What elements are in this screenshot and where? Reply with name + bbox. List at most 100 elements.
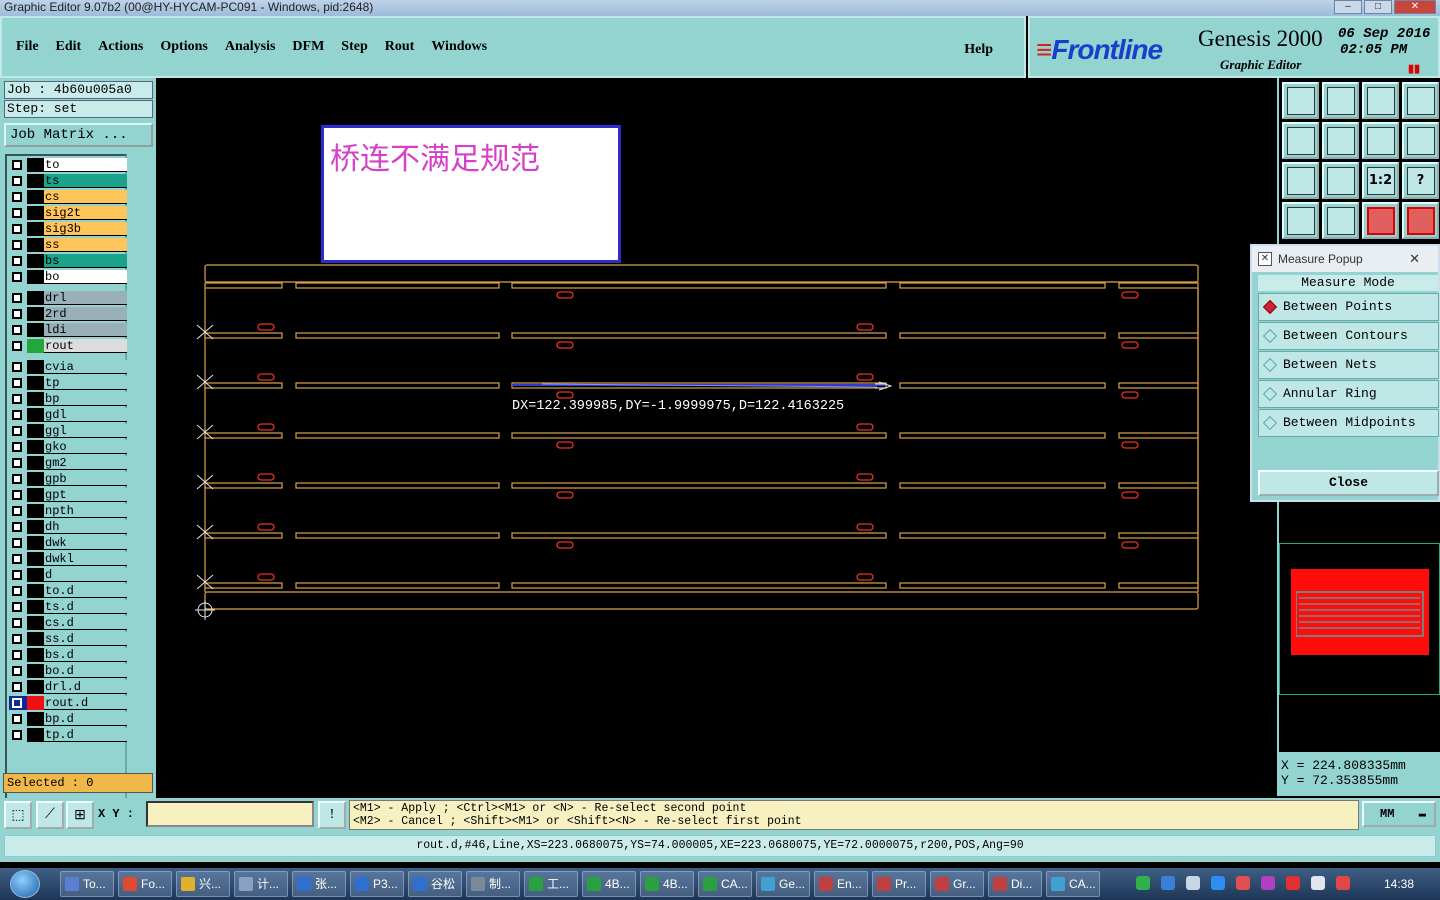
- layer-color-swatch[interactable]: [27, 616, 44, 630]
- layer-color-swatch[interactable]: [27, 206, 44, 220]
- layer-row-gpb[interactable]: gpb: [9, 472, 127, 486]
- layer-checkbox[interactable]: [12, 341, 22, 351]
- action-center-icon[interactable]: [1336, 876, 1350, 890]
- layer-color-swatch[interactable]: [27, 520, 44, 534]
- layer-row-drl-d[interactable]: drl.d: [9, 680, 127, 694]
- volume-icon[interactable]: [1311, 876, 1325, 890]
- layer-color-swatch[interactable]: [27, 222, 44, 236]
- layer-row-ggl[interactable]: ggl: [9, 424, 127, 438]
- fit-button[interactable]: [1282, 162, 1319, 199]
- layer-color-swatch[interactable]: [27, 536, 44, 550]
- layer-checkbox[interactable]: [12, 378, 22, 388]
- taskbar-item[interactable]: 4B...: [582, 871, 636, 897]
- layer-checkbox[interactable]: [12, 410, 22, 420]
- undo-button[interactable]: [1362, 122, 1399, 159]
- menu-actions[interactable]: Actions: [98, 39, 143, 55]
- layer-row-npth[interactable]: npth: [9, 504, 127, 518]
- layer-checkbox[interactable]: [12, 325, 22, 335]
- snap-button[interactable]: ⟋: [36, 801, 64, 829]
- layer-row-tp[interactable]: tp: [9, 376, 127, 390]
- radio-diamond-icon[interactable]: [1262, 357, 1278, 373]
- menu-options[interactable]: Options: [160, 39, 207, 55]
- layer-color-swatch[interactable]: [27, 392, 44, 406]
- taskbar-item[interactable]: 谷松: [408, 871, 462, 897]
- layer-color-swatch[interactable]: [27, 456, 44, 470]
- menu-rout[interactable]: Rout: [385, 39, 415, 55]
- layer-checkbox[interactable]: [12, 362, 22, 372]
- layer-row-ss[interactable]: ss: [9, 238, 127, 252]
- display-button[interactable]: [1402, 202, 1439, 239]
- layer-checkbox[interactable]: [12, 426, 22, 436]
- layer-row-d[interactable]: d: [9, 568, 127, 582]
- layer-color-swatch[interactable]: [27, 238, 44, 252]
- redraw-button[interactable]: [1402, 122, 1439, 159]
- center-button[interactable]: [1322, 162, 1359, 199]
- taskbar-item[interactable]: CA...: [1046, 871, 1100, 897]
- tray-app-icon[interactable]: [1136, 876, 1150, 890]
- network-icon[interactable]: [1211, 876, 1225, 890]
- measure-option-annular-ring[interactable]: Annular Ring: [1258, 380, 1439, 408]
- layer-row-bo[interactable]: bo: [9, 270, 127, 284]
- pan-right-button[interactable]: [1322, 122, 1359, 159]
- popup-close-icon[interactable]: ✕: [1409, 246, 1420, 272]
- layer-row-rout-d[interactable]: rout.d: [9, 696, 127, 710]
- menu-step[interactable]: Step: [341, 39, 367, 55]
- help-icon[interactable]: [1161, 876, 1175, 890]
- layer-color-swatch[interactable]: [27, 680, 44, 694]
- radio-diamond-icon[interactable]: [1262, 328, 1278, 344]
- graphic-canvas[interactable]: DX=122.399985,DY=-1.9999975,D=122.416322…: [157, 78, 1277, 796]
- layer-color-swatch[interactable]: [27, 323, 44, 337]
- taskbar-item[interactable]: 张...: [292, 871, 346, 897]
- antivirus-icon[interactable]: [1236, 876, 1250, 890]
- layer-row-gko[interactable]: gko: [9, 440, 127, 454]
- home-button[interactable]: [1362, 82, 1399, 119]
- query-button[interactable]: ?: [1402, 162, 1439, 199]
- layer-color-swatch[interactable]: [27, 291, 44, 305]
- layer-color-swatch[interactable]: [27, 712, 44, 726]
- taskbar-item[interactable]: En...: [814, 871, 868, 897]
- layer-color-swatch[interactable]: [27, 728, 44, 742]
- layer-color-swatch[interactable]: [27, 648, 44, 662]
- tray-expand-icon[interactable]: [1186, 876, 1200, 890]
- layer-color-swatch[interactable]: [27, 664, 44, 678]
- taskbar-item[interactable]: 兴...: [176, 871, 230, 897]
- layer-checkbox[interactable]: [12, 309, 22, 319]
- taskbar-item[interactable]: 计...: [234, 871, 288, 897]
- menu-windows[interactable]: Windows: [431, 39, 487, 55]
- layer-row-bs[interactable]: bs: [9, 254, 127, 268]
- layer-checkbox[interactable]: [12, 698, 22, 708]
- layer-checkbox[interactable]: [12, 618, 22, 628]
- menu-analysis[interactable]: Analysis: [225, 39, 276, 55]
- layer-checkbox[interactable]: [12, 160, 22, 170]
- taskbar-item[interactable]: Gr...: [930, 871, 984, 897]
- info-button[interactable]: !: [318, 801, 346, 829]
- layer-color-swatch[interactable]: [27, 568, 44, 582]
- layer-checkbox[interactable]: [12, 714, 22, 724]
- layer-color-swatch[interactable]: [27, 584, 44, 598]
- layer-color-swatch[interactable]: [27, 174, 44, 188]
- layer-checkbox[interactable]: [12, 602, 22, 612]
- layer-checkbox[interactable]: [12, 554, 22, 564]
- layer-checkbox[interactable]: [12, 208, 22, 218]
- layer-checkbox[interactable]: [12, 682, 22, 692]
- menu-dfm[interactable]: DFM: [292, 39, 324, 55]
- layer-row-gpt[interactable]: gpt: [9, 488, 127, 502]
- measure-option-between-points[interactable]: Between Points: [1258, 293, 1439, 321]
- layer-row-to[interactable]: to: [9, 158, 127, 172]
- layer-checkbox[interactable]: [12, 730, 22, 740]
- layer-color-swatch[interactable]: [27, 600, 44, 614]
- taskbar-item[interactable]: Fo...: [118, 871, 172, 897]
- radio-diamond-icon[interactable]: [1262, 386, 1278, 402]
- layer-row-ts[interactable]: ts: [9, 174, 127, 188]
- layer-row-to-d[interactable]: to.d: [9, 584, 127, 598]
- pause-icon[interactable]: ▮▮: [1408, 62, 1420, 75]
- layer-checkbox[interactable]: [12, 240, 22, 250]
- layer-color-swatch[interactable]: [27, 504, 44, 518]
- snap-button[interactable]: [1362, 202, 1399, 239]
- wrench-button[interactable]: [1282, 202, 1319, 239]
- layer-color-swatch[interactable]: [27, 360, 44, 374]
- taskbar-item[interactable]: 工...: [524, 871, 578, 897]
- menu-edit[interactable]: Edit: [56, 39, 82, 55]
- minimize-button[interactable]: –: [1334, 0, 1362, 14]
- measure-tool-button[interactable]: [1322, 202, 1359, 239]
